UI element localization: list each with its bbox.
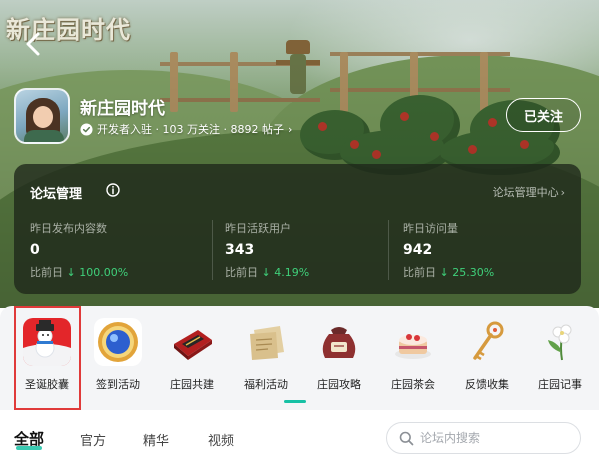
active-tab-underline — [16, 446, 42, 450]
tab-official[interactable]: 官方 — [80, 430, 106, 449]
category-guide[interactable]: 庄园攻略 — [306, 318, 372, 404]
search-icon — [399, 431, 414, 445]
forum-meta-link[interactable]: 开发者入驻 · 103 万关注 · 8892 帖子 › — [80, 121, 292, 137]
category-checkin[interactable]: 签到活动 — [85, 318, 151, 404]
stat-change: 比前日 ↓ 25.30% — [403, 264, 558, 280]
stat-change-prefix: 比前日 — [403, 266, 436, 279]
tea-cake-icon — [395, 334, 431, 359]
stat-value: 0 — [30, 242, 40, 258]
build-box-icon — [174, 330, 212, 360]
info-icon[interactable] — [106, 183, 120, 197]
category-label: 庄园共建 — [170, 378, 214, 391]
stat-change-prefix: 比前日 — [30, 266, 63, 279]
category-label: 反馈收集 — [465, 378, 509, 391]
stat-posts-yesterday: 昨日发布内容数 0 比前日 ↓ 100.00% — [30, 220, 220, 280]
stat-change: 比前日 ↓ 100.00% — [30, 264, 220, 280]
stat-change-delta: ↓ 25.30% — [439, 266, 495, 279]
category-label: 庄园茶会 — [391, 378, 435, 391]
category-co-build[interactable]: 庄园共建 — [159, 318, 225, 404]
checkin-badge-icon — [94, 318, 142, 366]
stat-active-users-yesterday: 昨日活跃用户 343 比前日 ↓ 4.19% — [212, 220, 382, 280]
stat-change-delta: ↓ 4.19% — [261, 266, 310, 279]
chevron-right-icon: › — [287, 122, 293, 136]
follow-button[interactable]: 已关注 — [506, 98, 581, 132]
back-arrow-icon — [26, 32, 40, 56]
christmas-capsule-icon — [23, 318, 71, 366]
verified-shield-icon — [80, 122, 93, 136]
guide-sack-icon — [322, 327, 356, 358]
stat-change-prefix: 比前日 — [225, 266, 258, 279]
notes-flower-icon — [548, 324, 572, 361]
stat-value: 343 — [225, 242, 255, 258]
feedback-key-icon — [473, 321, 504, 361]
forum-management-card: 论坛管理 论坛管理中心 › 昨日发布内容数 0 比前日 ↓ 100.00% 昨日… — [14, 164, 581, 294]
management-center-link[interactable]: 论坛管理中心 › — [493, 184, 565, 200]
stat-change: 比前日 ↓ 4.19% — [225, 264, 382, 280]
forum-title: 新庄园时代 — [80, 99, 165, 119]
management-center-label: 论坛管理中心 — [492, 186, 559, 199]
back-button[interactable] — [22, 30, 46, 58]
category-label: 庄园攻略 — [317, 378, 361, 391]
forum-search-box[interactable] — [386, 422, 581, 454]
stat-visits-yesterday: 昨日访问量 942 比前日 ↓ 25.30% — [388, 220, 558, 280]
category-christmas-capsule[interactable]: 圣诞胶囊 — [14, 318, 80, 404]
category-notes[interactable]: 庄园记事 — [527, 318, 593, 404]
category-tea-party[interactable]: 庄园茶会 — [380, 318, 446, 404]
tab-video[interactable]: 视频 — [208, 430, 234, 449]
stat-label: 昨日访问量 — [403, 222, 458, 235]
category-label: 圣诞胶囊 — [25, 378, 69, 391]
category-label: 庄园记事 — [538, 378, 582, 391]
chevron-right-icon: › — [560, 185, 565, 199]
category-label: 福利活动 — [244, 378, 288, 391]
stat-change-delta: ↓ 100.00% — [66, 266, 129, 279]
search-input[interactable] — [420, 431, 560, 445]
category-welfare[interactable]: 福利活动 — [233, 318, 299, 404]
tab-featured[interactable]: 精华 — [143, 430, 169, 449]
forum-avatar[interactable] — [14, 88, 70, 144]
forum-meta-text: 开发者入驻 · 103 万关注 · 8892 帖子 — [97, 123, 284, 136]
management-title: 论坛管理 — [30, 187, 83, 202]
category-feedback[interactable]: 反馈收集 — [454, 318, 520, 404]
category-scroll-indicator — [284, 400, 306, 403]
stat-label: 昨日发布内容数 — [30, 222, 107, 235]
stat-value: 942 — [403, 242, 433, 258]
stat-label: 昨日活跃用户 — [225, 222, 291, 235]
welfare-envelope-icon — [250, 326, 284, 360]
category-label: 签到活动 — [96, 378, 140, 391]
